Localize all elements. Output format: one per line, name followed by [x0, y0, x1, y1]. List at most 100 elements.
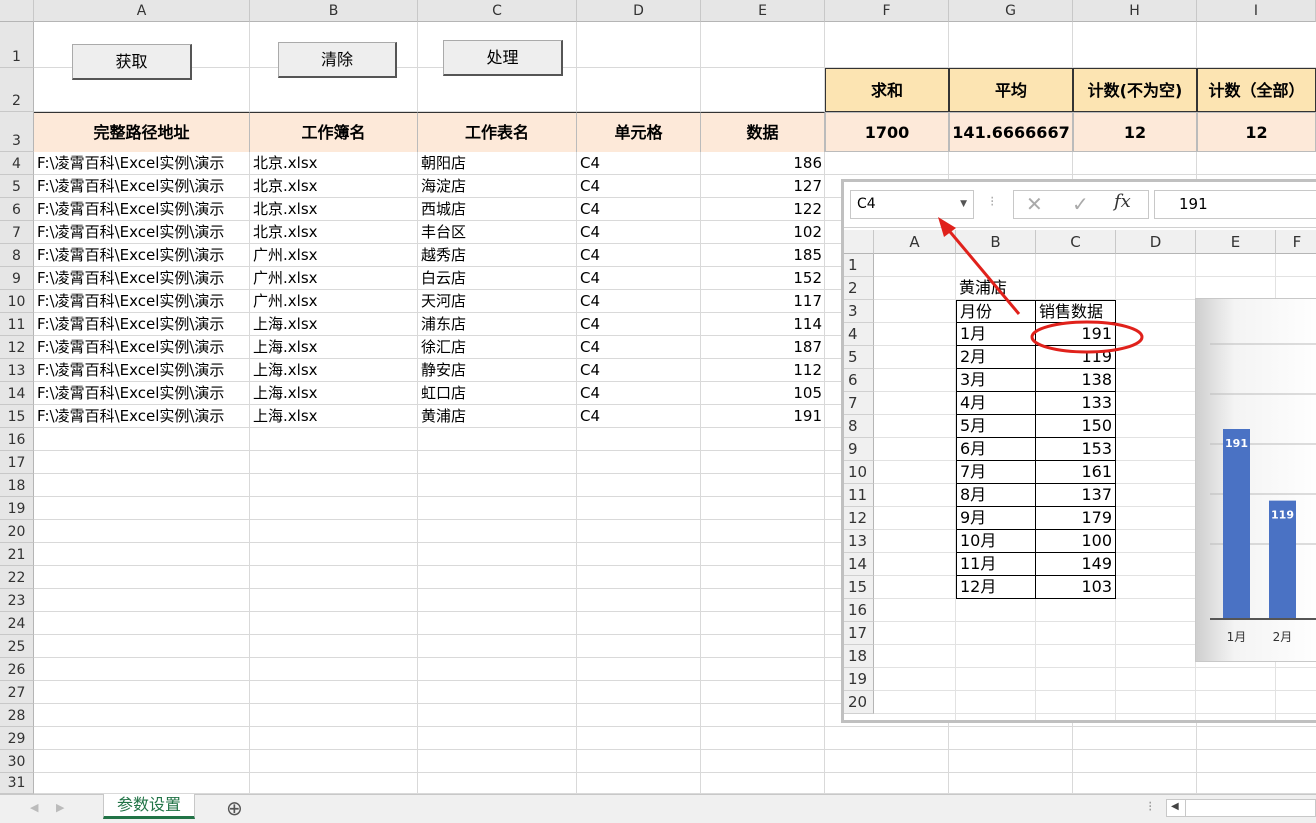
cell-ref-cell[interactable]: C4 [577, 382, 701, 404]
column-header-d[interactable]: D [577, 0, 701, 22]
path-cell[interactable]: F:\凌霄百科\Excel实例\演示 [34, 244, 250, 266]
row-header-16[interactable]: 16 [0, 428, 34, 451]
column-header-f[interactable]: F [825, 0, 949, 22]
row-header-22[interactable]: 22 [0, 566, 34, 589]
data-value-cell[interactable]: 112 [701, 359, 825, 381]
add-sheet-icon[interactable]: ⊕ [226, 796, 243, 820]
row-header-31[interactable]: 31 [0, 773, 34, 794]
cell-ref-cell[interactable]: C4 [577, 336, 701, 358]
data-value-cell[interactable]: 187 [701, 336, 825, 358]
row-header-18[interactable]: 18 [0, 474, 34, 497]
row-header-9[interactable]: 9 [0, 267, 34, 290]
data-value-cell[interactable]: 152 [701, 267, 825, 289]
worksheet-cell[interactable]: 丰台区 [418, 221, 577, 243]
row-header-11[interactable]: 11 [0, 313, 34, 336]
workbook-cell[interactable]: 广州.xlsx [250, 290, 418, 312]
workbook-cell[interactable]: 上海.xlsx [250, 382, 418, 404]
worksheet-cell[interactable]: 徐汇店 [418, 336, 577, 358]
cell-ref-cell[interactable]: C4 [577, 359, 701, 381]
worksheet-cell[interactable]: 浦东店 [418, 313, 577, 335]
row-header-2[interactable]: 2 [0, 68, 34, 112]
scroll-left-icon[interactable]: ◀ [30, 801, 38, 814]
data-value-cell[interactable]: 191 [701, 405, 825, 427]
sheet-tab-params[interactable]: 参数设置 [103, 794, 195, 819]
data-value-cell[interactable]: 186 [701, 152, 825, 174]
path-cell[interactable]: F:\凌霄百科\Excel实例\演示 [34, 336, 250, 358]
column-header-c[interactable]: C [418, 0, 577, 22]
workbook-cell[interactable]: 北京.xlsx [250, 175, 418, 197]
row-header-5[interactable]: 5 [0, 175, 34, 198]
data-value-cell[interactable]: 114 [701, 313, 825, 335]
row-header-30[interactable]: 30 [0, 750, 34, 773]
row-header-29[interactable]: 29 [0, 727, 34, 750]
path-cell[interactable]: F:\凌霄百科\Excel实例\演示 [34, 221, 250, 243]
column-header-e[interactable]: E [701, 0, 825, 22]
workbook-cell[interactable]: 上海.xlsx [250, 336, 418, 358]
row-header-26[interactable]: 26 [0, 658, 34, 681]
row-header-21[interactable]: 21 [0, 543, 34, 566]
workbook-cell[interactable]: 广州.xlsx [250, 267, 418, 289]
worksheet-cell[interactable]: 静安店 [418, 359, 577, 381]
data-value-cell[interactable]: 185 [701, 244, 825, 266]
row-header-24[interactable]: 24 [0, 612, 34, 635]
cell-ref-cell[interactable]: C4 [577, 175, 701, 197]
row-header-25[interactable]: 25 [0, 635, 34, 658]
path-cell[interactable]: F:\凌霄百科\Excel实例\演示 [34, 405, 250, 427]
worksheet-cell[interactable]: 西城店 [418, 198, 577, 220]
row-header-17[interactable]: 17 [0, 451, 34, 474]
row-header-10[interactable]: 10 [0, 290, 34, 313]
workbook-cell[interactable]: 北京.xlsx [250, 152, 418, 174]
path-cell[interactable]: F:\凌霄百科\Excel实例\演示 [34, 267, 250, 289]
worksheet-cell[interactable]: 虹口店 [418, 382, 577, 404]
row-header-15[interactable]: 15 [0, 405, 34, 428]
column-header-a[interactable]: A [34, 0, 250, 22]
scroll-right-icon[interactable]: ▶ [56, 801, 64, 814]
worksheet-cell[interactable]: 越秀店 [418, 244, 577, 266]
worksheet-cell[interactable]: 黄浦店 [418, 405, 577, 427]
path-cell[interactable]: F:\凌霄百科\Excel实例\演示 [34, 290, 250, 312]
path-cell[interactable]: F:\凌霄百科\Excel实例\演示 [34, 313, 250, 335]
cell-ref-cell[interactable]: C4 [577, 198, 701, 220]
row-header-1[interactable]: 1 [0, 22, 34, 68]
worksheet-cell[interactable]: 天河店 [418, 290, 577, 312]
workbook-cell[interactable]: 北京.xlsx [250, 221, 418, 243]
data-value-cell[interactable]: 105 [701, 382, 825, 404]
path-cell[interactable]: F:\凌霄百科\Excel实例\演示 [34, 198, 250, 220]
worksheet-cell[interactable]: 白云店 [418, 267, 577, 289]
workbook-cell[interactable]: 上海.xlsx [250, 359, 418, 381]
row-header-4[interactable]: 4 [0, 152, 34, 175]
data-value-cell[interactable]: 117 [701, 290, 825, 312]
cell-ref-cell[interactable]: C4 [577, 267, 701, 289]
cell-ref-cell[interactable]: C4 [577, 244, 701, 266]
cell-ref-cell[interactable]: C4 [577, 290, 701, 312]
data-value-cell[interactable]: 102 [701, 221, 825, 243]
row-header-20[interactable]: 20 [0, 520, 34, 543]
row-header-6[interactable]: 6 [0, 198, 34, 221]
column-header-g[interactable]: G [949, 0, 1073, 22]
workbook-cell[interactable]: 上海.xlsx [250, 405, 418, 427]
data-value-cell[interactable]: 127 [701, 175, 825, 197]
path-cell[interactable]: F:\凌霄百科\Excel实例\演示 [34, 359, 250, 381]
row-header-3[interactable]: 3 [0, 112, 34, 152]
cell-ref-cell[interactable]: C4 [577, 405, 701, 427]
path-cell[interactable]: F:\凌霄百科\Excel实例\演示 [34, 152, 250, 174]
worksheet-cell[interactable]: 朝阳店 [418, 152, 577, 174]
path-cell[interactable]: F:\凌霄百科\Excel实例\演示 [34, 175, 250, 197]
row-header-23[interactable]: 23 [0, 589, 34, 612]
get-button[interactable]: 获取 [72, 44, 192, 80]
column-header-h[interactable]: H [1073, 0, 1197, 22]
clear-button[interactable]: 清除 [278, 42, 397, 78]
path-cell[interactable]: F:\凌霄百科\Excel实例\演示 [34, 382, 250, 404]
cell-ref-cell[interactable]: C4 [577, 152, 701, 174]
workbook-cell[interactable]: 上海.xlsx [250, 313, 418, 335]
row-header-8[interactable]: 8 [0, 244, 34, 267]
row-header-28[interactable]: 28 [0, 704, 34, 727]
select-all-corner[interactable] [0, 0, 34, 22]
column-header-i[interactable]: I [1197, 0, 1316, 22]
row-header-13[interactable]: 13 [0, 359, 34, 382]
worksheet-cell[interactable]: 海淀店 [418, 175, 577, 197]
row-header-7[interactable]: 7 [0, 221, 34, 244]
workbook-cell[interactable]: 北京.xlsx [250, 198, 418, 220]
horizontal-scrollbar[interactable]: ◀ [1166, 799, 1316, 817]
row-header-27[interactable]: 27 [0, 681, 34, 704]
